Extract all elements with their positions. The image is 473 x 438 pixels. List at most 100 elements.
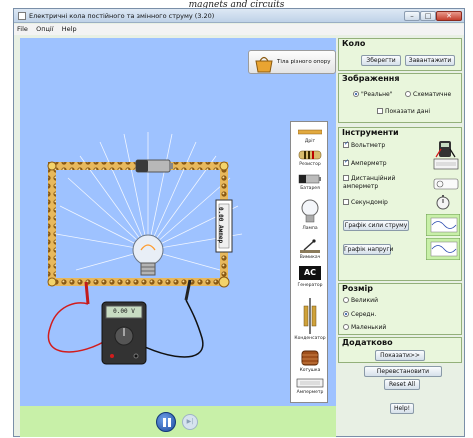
radio-indicator [343, 311, 349, 317]
bulb-icon [301, 199, 319, 223]
toolbox-bulb[interactable]: Лампа [291, 198, 329, 236]
battery-icon [298, 174, 321, 184]
checkbox-indicator [343, 158, 349, 166]
ammeter-tool-icon [433, 158, 459, 170]
reset-dynamics-button[interactable]: Перевстановити [364, 366, 442, 377]
app-window: Електричні кола постійного та змінного с… [13, 8, 465, 437]
radio-indicator [353, 91, 359, 97]
maximize-button[interactable]: □ [420, 11, 436, 21]
step-button[interactable]: ▶| [182, 414, 198, 430]
ammeter-label: Амперметр [351, 160, 387, 167]
advanced-panel-title: Додатково [342, 338, 393, 347]
grab-bag-icon [255, 56, 273, 73]
load-button[interactable]: Завантажити [405, 55, 455, 66]
radio-indicator [343, 297, 349, 303]
show-values-checkbox[interactable]: Показати дані [377, 108, 430, 116]
view-panel: Зображення "Реальне" Схематичне Показати… [338, 73, 462, 123]
wire-bottom[interactable] [48, 278, 224, 286]
save-button[interactable]: Зберегти [361, 55, 401, 66]
title-bar[interactable]: Електричні кола постійного та змінного с… [14, 9, 464, 23]
size-medium-radio[interactable]: Середн. [343, 311, 376, 319]
junction[interactable] [218, 276, 230, 288]
size-medium-label: Середн. [351, 311, 377, 318]
toolbox-label: Вимикач [299, 255, 321, 260]
voltage-chart-icon [426, 238, 460, 260]
tools-panel-title: Інструменти [342, 128, 399, 137]
menu-options[interactable]: Опції [33, 24, 56, 35]
minimize-button[interactable]: – [404, 11, 420, 21]
checkbox-indicator [343, 199, 349, 205]
inductor-icon [301, 350, 319, 366]
toolbox-capacitor[interactable]: Конденсатор [291, 298, 329, 348]
pause-button[interactable] [156, 412, 176, 432]
toolbox-label: Конденсатор [294, 336, 326, 341]
ammeter-icon [296, 378, 324, 388]
stopwatch-label: Секундомір [351, 199, 388, 206]
view-panel-title: Зображення [342, 74, 400, 83]
menu-file[interactable]: File [14, 24, 31, 35]
reset-all-button[interactable]: Reset All [384, 379, 420, 390]
wire-icon [297, 129, 323, 135]
show-advanced-button[interactable]: Показати>> [375, 350, 425, 361]
toolbox-label: Генератор [297, 283, 323, 288]
help-button[interactable]: Help! [390, 403, 414, 414]
toolbox-label: Амперметр [296, 390, 324, 395]
size-panel: Розмір Великий Середн. Маленький [338, 283, 462, 335]
stopwatch-checkbox[interactable]: Секундомір [343, 199, 388, 207]
size-panel-title: Розмір [342, 284, 374, 293]
toolbox-label: Батарея [300, 186, 320, 191]
battery[interactable] [135, 159, 173, 173]
noncontact-ammeter-checkbox[interactable]: Дистанційний амперметр [343, 175, 399, 191]
schematic-radio[interactable]: Схематичне [405, 91, 451, 99]
junction[interactable] [47, 277, 57, 287]
size-small-label: Маленький [351, 324, 387, 331]
wire-top-left[interactable] [48, 162, 138, 170]
toolbox-label: Дріт [304, 139, 316, 144]
size-large-radio[interactable]: Великий [343, 297, 378, 305]
voltmeter-red-lead[interactable] [47, 302, 111, 353]
toolbox-wire[interactable]: Дріт [291, 126, 329, 148]
voltmeter-checkbox[interactable]: Вольтметр [343, 140, 385, 150]
size-large-label: Великий [351, 297, 378, 304]
realistic-radio[interactable]: "Реальне" [353, 91, 393, 99]
radio-indicator [405, 91, 411, 97]
current-chart-button[interactable]: Графік сили струму [343, 220, 409, 231]
close-button[interactable]: ✕ [436, 11, 462, 21]
red-probe[interactable] [84, 281, 90, 305]
voltage-chart-button[interactable]: Графік напруги [343, 244, 393, 255]
ac-generator-icon: AC [299, 266, 321, 280]
radio-indicator [343, 324, 349, 330]
voltmeter-tool-icon [435, 141, 456, 158]
junction[interactable] [219, 161, 229, 171]
toolbox-battery[interactable]: Батарея [291, 174, 329, 196]
circuit-panel-title: Коло [342, 39, 366, 48]
checkbox-indicator [343, 175, 349, 181]
toolbox-ac-generator[interactable]: AC Генератор [291, 266, 329, 294]
size-small-radio[interactable]: Маленький [343, 324, 386, 332]
current-chart-icon [426, 214, 460, 236]
stopwatch-icon [436, 195, 450, 210]
menu-help[interactable]: Help [59, 24, 80, 35]
toolbox-label: Котушка [299, 368, 321, 373]
advanced-panel: Додатково Показати>> [338, 337, 462, 363]
switch-icon [300, 239, 320, 253]
toolbox-inductor[interactable]: Котушка [291, 350, 329, 376]
app-icon [18, 12, 26, 20]
grab-bag-button[interactable]: Тіла різного опору [248, 50, 336, 74]
voltmeter-reading: 0.00 V [113, 308, 135, 315]
ammeter-reading: 0.00 Ампер [217, 206, 224, 244]
playback-bar: ▶| [20, 406, 336, 437]
component-toolbox: Дріт Резистор Батарея Лампа Вимикач AC Г… [290, 121, 328, 403]
toolbox-switch[interactable]: Вимикач [291, 238, 329, 264]
toolbox-label: Резистор [299, 162, 321, 167]
toolbox-ammeter[interactable]: Амперметр [291, 378, 329, 402]
capacitor-icon [303, 298, 317, 334]
ammeter-checkbox[interactable]: Амперметр [343, 158, 387, 168]
light-bulb[interactable] [132, 234, 164, 276]
junction[interactable] [47, 161, 57, 171]
toolbox-resistor[interactable]: Резистор [291, 150, 329, 172]
circuit-canvas[interactable]: 0.00 Ампер 0.00 V Тіла різного опору Дрі… [20, 38, 336, 406]
wire-left[interactable] [48, 162, 56, 284]
checkbox-indicator [343, 140, 349, 148]
wire-top-right[interactable] [168, 162, 224, 170]
